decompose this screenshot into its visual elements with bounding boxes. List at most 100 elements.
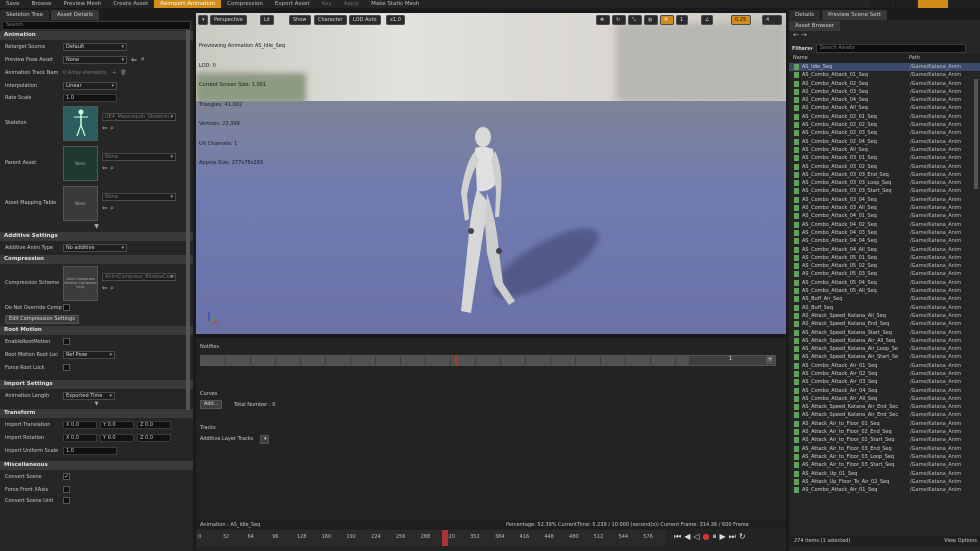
asset-row[interactable]: AS_Combo_Attack_03_03_Loop_Seq/Game/Kata… xyxy=(789,179,980,187)
asset-row[interactable]: AS_Attack_Air_to_Floor_02_End_Seq/Game/K… xyxy=(789,428,980,436)
asset-row[interactable]: AS_Combo_Attack_04_04_Seq/Game/Katana_An… xyxy=(789,237,980,245)
asset-row[interactable]: AS_Combo_Attack_02_01_Seq/Game/Katana_An… xyxy=(789,113,980,121)
notify-track[interactable]: 1 + xyxy=(200,355,776,366)
details-search-input[interactable]: Search xyxy=(2,21,191,30)
asset-row[interactable]: AS_Combo_Attack_04_Seq/Game/Katana_Anim xyxy=(789,96,980,104)
add-element-icon[interactable]: + xyxy=(112,70,116,76)
section-miscellaneous[interactable]: Miscellaneous xyxy=(0,461,193,470)
asset-row[interactable]: AS_Attack_Speed_Katana_Start_Seq/Game/Ka… xyxy=(789,329,980,337)
scrub-playhead[interactable] xyxy=(442,530,449,546)
skeleton-dropdown[interactable]: UE4_Mannequin_Skeleton xyxy=(102,113,176,121)
export-asset-button[interactable]: Export Asset xyxy=(269,0,316,8)
grid-snap-icon[interactable]: # xyxy=(660,15,674,25)
lit-button[interactable]: Lit xyxy=(260,15,275,25)
add-notify-track-icon[interactable]: + xyxy=(766,356,774,364)
scale-tool-icon[interactable]: ⤡ xyxy=(628,15,642,25)
key-button[interactable]: Key xyxy=(316,0,338,8)
perspective-button[interactable]: Perspective xyxy=(210,15,247,25)
interpolation-dropdown[interactable]: Linear xyxy=(63,81,117,90)
asset-row[interactable]: AS_Buff_Air_Seq/Game/Katana_Anim xyxy=(789,295,980,303)
translation-z-input[interactable]: Z 0.0 xyxy=(137,420,171,429)
mannequin-character[interactable] xyxy=(441,123,521,323)
asset-row[interactable]: AS_Combo_Attack_03_02_Seq/Game/Katana_An… xyxy=(789,163,980,171)
view-options-button[interactable]: View Options xyxy=(944,536,977,546)
rotation-x-input[interactable]: X 0.0 xyxy=(63,433,97,442)
section-additive[interactable]: Additive Settings xyxy=(0,232,193,241)
enable-root-motion-checkbox[interactable] xyxy=(63,338,70,345)
trash-icon[interactable]: 🗑 xyxy=(120,70,126,76)
rate-scale-input[interactable]: 1.0 xyxy=(63,93,117,102)
browse-search-icon[interactable]: ⌕ xyxy=(141,55,145,64)
mode-animation-button[interactable] xyxy=(918,0,948,8)
convert-scene-checkbox[interactable]: ✓ xyxy=(63,473,70,480)
asset-row[interactable]: AS_Attack_Speed_Katana_All_Seq/Game/Kata… xyxy=(789,312,980,320)
rotation-y-input[interactable]: Y 0.0 xyxy=(100,433,134,442)
section-compression[interactable]: Compression xyxy=(0,255,193,264)
preview-mesh-button[interactable]: Preview Mesh xyxy=(58,0,108,8)
asset-row[interactable]: AS_Combo_Attack_02_02_Seq/Game/Katana_An… xyxy=(789,121,980,129)
arrow-left-icon[interactable]: ⇐ xyxy=(102,284,108,292)
rotate-tool-icon[interactable]: ↻ xyxy=(612,15,626,25)
browse-search-icon[interactable]: ⌕ xyxy=(110,124,114,132)
skeleton-thumbnail[interactable] xyxy=(63,105,98,141)
arrow-left-icon[interactable]: ⇐ xyxy=(102,204,108,212)
arrow-left-icon[interactable]: ⇐ xyxy=(131,56,137,64)
time-ruler[interactable]: 0 32 64 96 128 160 192 224 256 288 320 352 384 416 448… xyxy=(196,530,666,546)
additive-type-dropdown[interactable]: No additive xyxy=(63,243,127,252)
asset-row[interactable]: AS_Combo_Attack_04_02_Seq/Game/Katana_An… xyxy=(789,221,980,229)
section-transform[interactable]: Transform xyxy=(0,409,193,418)
lod-button[interactable]: LOD Auto xyxy=(349,15,381,25)
translation-y-input[interactable]: Y 0.0 xyxy=(100,420,134,429)
edit-compression-button[interactable]: Edit Compression Settings xyxy=(5,314,79,324)
asset-list-scrollbar[interactable] xyxy=(974,79,978,189)
asset-row[interactable]: AS_Combo_Attack_05_02_Seq/Game/Katana_An… xyxy=(789,262,980,270)
back-arrow-icon[interactable]: ← xyxy=(793,31,799,39)
rotation-snap-icon[interactable]: ∠ xyxy=(701,15,713,25)
asset-row[interactable]: AS_Buff_Seq/Game/Katana_Anim xyxy=(789,304,980,312)
world-local-icon[interactable]: ◍ xyxy=(644,15,658,25)
tab-details[interactable]: Details xyxy=(789,10,821,20)
no-override-checkbox[interactable] xyxy=(63,304,70,311)
asset-row[interactable]: AS_Combo_Attack_05_04_Seq/Game/Katana_An… xyxy=(789,279,980,287)
asset-row[interactable]: AS_Combo_Attack_04_03_Seq/Game/Katana_An… xyxy=(789,229,980,237)
grid-value[interactable]: 1 xyxy=(676,15,688,25)
asset-row[interactable]: AS_Combo_Attack_Air_04_Seq/Game/Katana_A… xyxy=(789,387,980,395)
asset-row[interactable]: AS_Attack_Up_01_Seq/Game/Katana_Anim xyxy=(789,470,980,478)
asset-row[interactable]: AS_Attack_Speed_Katana_Air_Start_Se/Game… xyxy=(789,353,980,361)
apply-button[interactable]: Apply xyxy=(338,0,366,8)
expand-advanced-icon[interactable]: ▼ xyxy=(0,223,193,231)
viewport-menu-icon[interactable]: ▾ xyxy=(198,15,208,25)
asset-row[interactable]: AS_Combo_Attack_03_04_Seq/Game/Katana_An… xyxy=(789,196,980,204)
asset-row[interactable]: AS_Combo_Attack_03_Seq/Game/Katana_Anim xyxy=(789,88,980,96)
asset-row[interactable]: AS_Combo_Attack_Air_01_Seq/Game/Katana_A… xyxy=(789,362,980,370)
asset-row[interactable]: AS_Combo_Attack_04_01_Seq/Game/Katana_An… xyxy=(789,212,980,220)
asset-row[interactable]: AS_Combo_Attack_03_All_Seq/Game/Katana_A… xyxy=(789,204,980,212)
col-name-header[interactable]: Name xyxy=(789,54,909,63)
animation-length-dropdown[interactable]: Exported Time xyxy=(63,391,115,400)
reimport-animation-button[interactable]: Reimport Animation xyxy=(154,0,222,8)
asset-row[interactable]: AS_Combo_Attack_05_All_Seq/Game/Katana_A… xyxy=(789,287,980,295)
tab-preview-scene-settings[interactable]: Preview Scene Sett xyxy=(822,10,887,20)
translation-x-input[interactable]: X 0.0 xyxy=(63,420,97,429)
asset-row[interactable]: AS_Idle_Seq/Game/Katana_Anim xyxy=(789,63,980,72)
compression-button[interactable]: Compression xyxy=(221,0,269,8)
pause-icon[interactable]: ⏸ xyxy=(713,532,720,541)
compression-thumbnail[interactable]: Anim Compress Bitwise Compress Only xyxy=(63,265,98,301)
compression-scheme-dropdown[interactable]: AnimCompress_BitwiseCom xyxy=(102,273,176,281)
asset-row[interactable]: AS_Combo_Attack_All_Seq/Game/Katana_Anim xyxy=(789,104,980,112)
retarget-source-dropdown[interactable]: Default xyxy=(63,42,127,51)
arrow-left-icon[interactable]: ⇐ xyxy=(102,164,108,172)
asset-row[interactable]: AS_Combo_Attack_04_All_Seq/Game/Katana_A… xyxy=(789,246,980,254)
asset-row[interactable]: AS_Attack_Speed_Katana_Air_All_Seq/Game/… xyxy=(789,337,980,345)
save-button[interactable]: Save xyxy=(0,0,26,8)
step-back-icon[interactable]: ◀ xyxy=(684,532,693,541)
asset-mapping-dropdown[interactable]: None xyxy=(102,193,176,201)
record-icon[interactable]: ● xyxy=(703,532,713,541)
parent-asset-dropdown[interactable]: None xyxy=(102,153,176,161)
asset-row[interactable]: AS_Combo_Attack_Air_01_Seq/Game/Katana_A… xyxy=(789,486,980,494)
expand-advanced-icon[interactable]: ▼ xyxy=(0,402,193,408)
convert-unit-checkbox[interactable] xyxy=(63,497,70,504)
root-lock-dropdown[interactable]: Ref Pose xyxy=(63,350,115,359)
browse-search-icon[interactable]: ⌕ xyxy=(110,284,114,292)
additive-layer-dropdown-icon[interactable]: ▾ xyxy=(260,435,269,444)
